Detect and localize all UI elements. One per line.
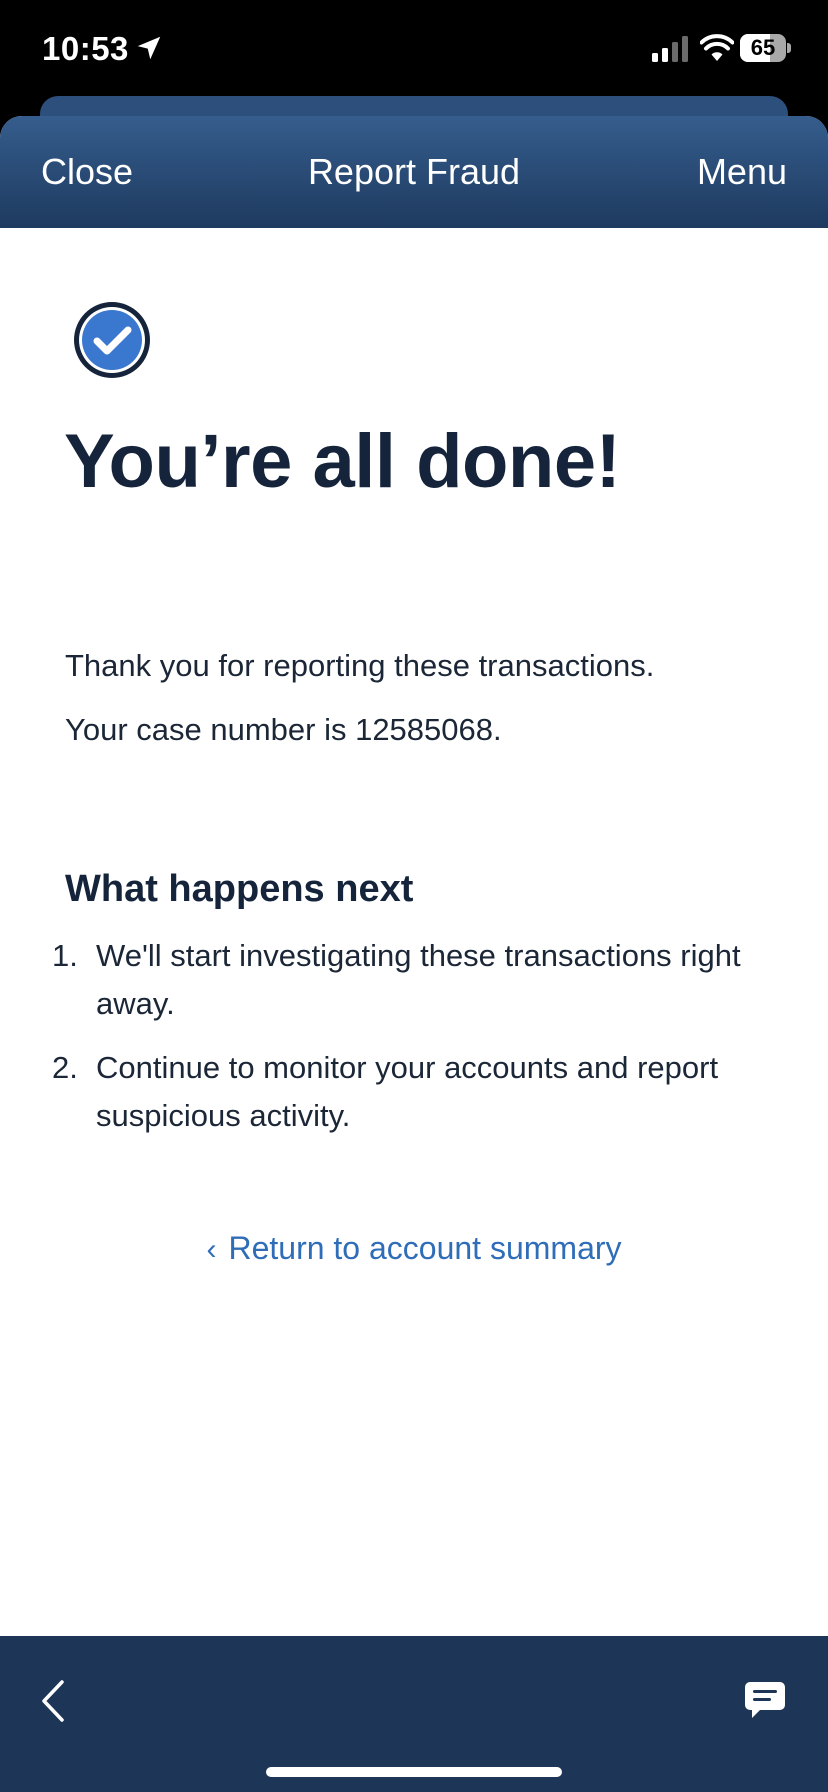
case-suffix: .: [493, 712, 502, 747]
next-steps-heading: What happens next: [65, 868, 414, 910]
chat-icon[interactable]: [744, 1680, 786, 1720]
status-time: 10:53: [42, 30, 129, 67]
list-item: 2. Continue to monitor your accounts and…: [52, 1044, 752, 1140]
screen: 10:53 65 Close Report Fraud Menu You’re …: [0, 0, 828, 1792]
step-number: 1.: [52, 938, 78, 973]
return-to-account-summary-link[interactable]: ‹ Return to account summary: [0, 1230, 828, 1267]
home-indicator[interactable]: [266, 1767, 562, 1777]
battery-icon: 65: [740, 34, 791, 62]
case-prefix: Your case number is: [65, 712, 356, 747]
thanks-text: Thank you for reporting these transactio…: [65, 648, 655, 683]
report-fraud-sheet: Close Report Fraud Menu You’re all done!…: [0, 116, 828, 1636]
step-number: 2.: [52, 1050, 78, 1085]
menu-button[interactable]: Menu: [697, 151, 787, 193]
wifi-icon: [700, 34, 734, 61]
status-bar: 10:53 65: [0, 0, 828, 100]
step-text: Continue to monitor your accounts and re…: [96, 1050, 719, 1133]
bottom-toolbar: [0, 1636, 828, 1792]
next-steps-list: 1. We'll start investigating these trans…: [52, 932, 752, 1156]
success-check-icon: [74, 302, 150, 378]
back-chevron-icon[interactable]: [38, 1678, 70, 1724]
step-text: We'll start investigating these transact…: [96, 938, 741, 1021]
location-arrow-icon: [137, 36, 161, 60]
list-item: 1. We'll start investigating these trans…: [52, 932, 752, 1028]
battery-body: 65: [740, 34, 786, 62]
confirmation-headline: You’re all done!: [64, 419, 621, 504]
case-number-text: Your case number is 12585068.: [65, 712, 502, 748]
case-number: 12585068: [355, 712, 494, 747]
battery-cap: [787, 43, 791, 53]
nav-bar: Close Report Fraud Menu: [0, 116, 828, 228]
return-link-label: Return to account summary: [228, 1230, 622, 1266]
cellular-signal-icon: [652, 36, 688, 62]
battery-level: 65: [750, 35, 776, 60]
chevron-left-icon: ‹: [206, 1233, 217, 1266]
